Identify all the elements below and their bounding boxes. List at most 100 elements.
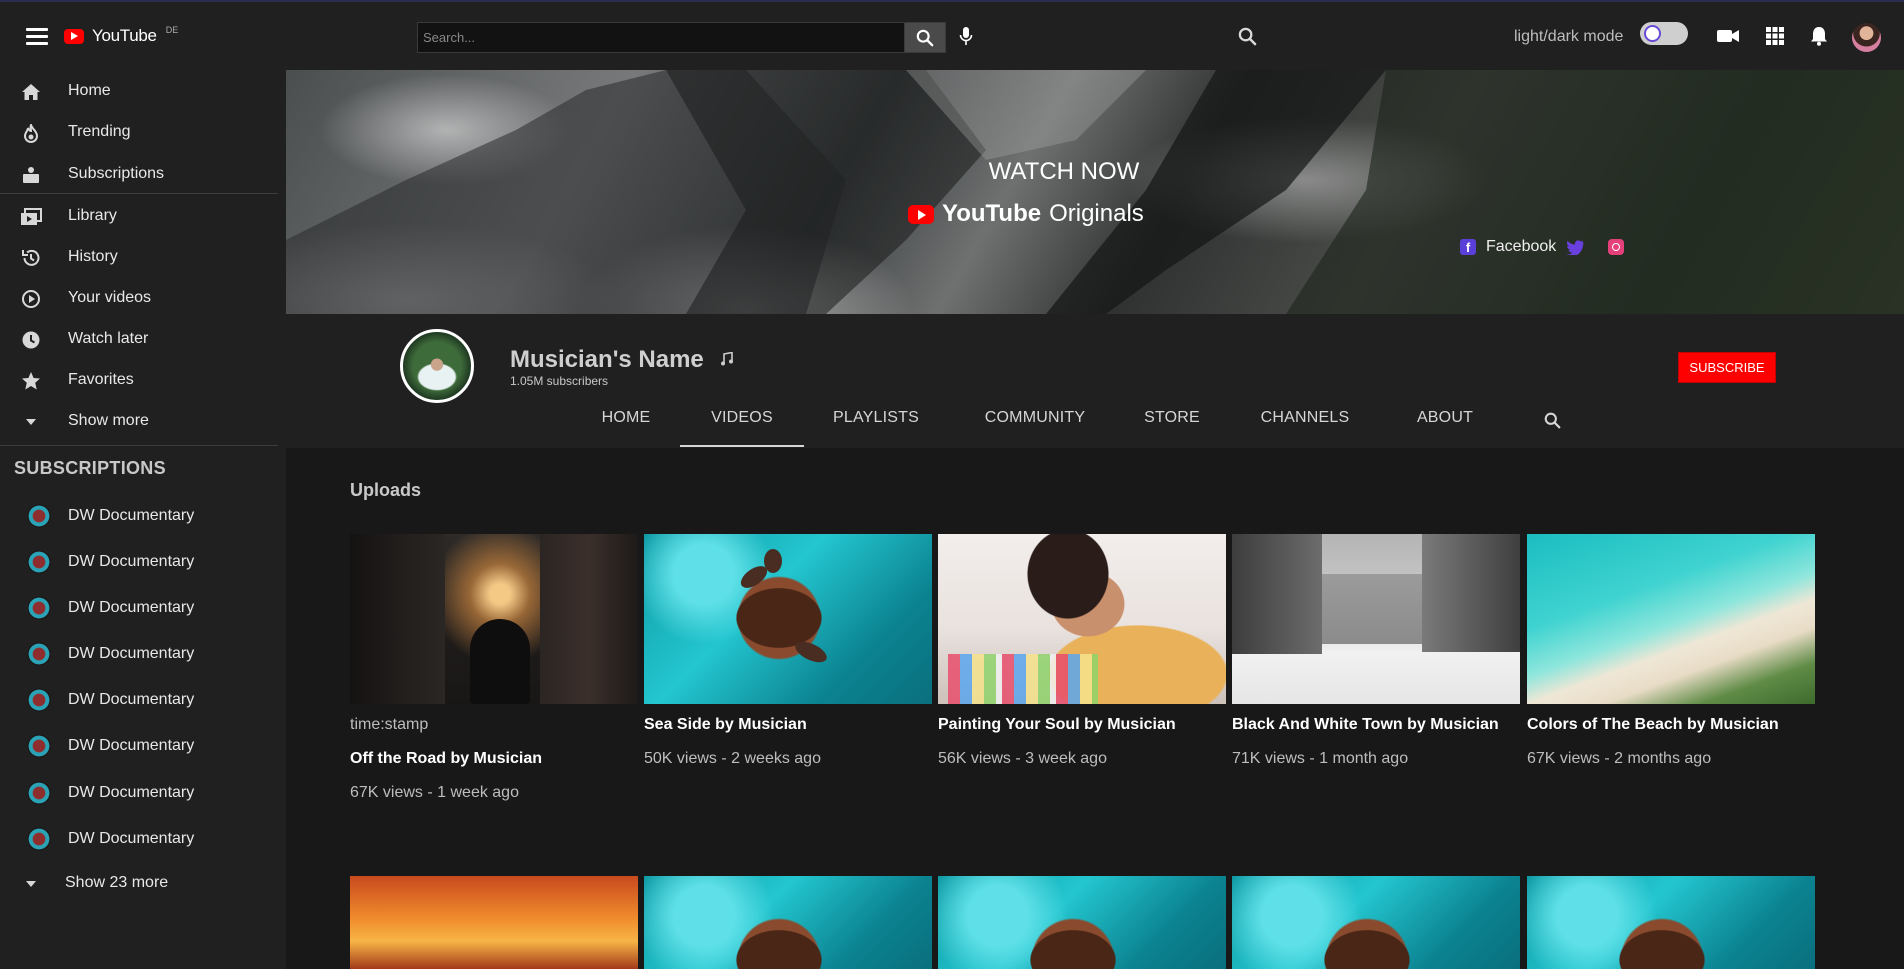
video-meta: 50K views - 2 weeks ago [644,750,821,767]
video-meta: 67K views - 2 months ago [1527,750,1712,767]
video-thumbnail[interactable] [1232,534,1520,704]
video-thumbnail[interactable] [1527,876,1815,969]
video-title[interactable]: Off the Road by Musician [350,750,542,768]
subscriptions-heading: SUBSCRIPTIONS [14,458,166,478]
hamburger-menu-icon[interactable] [26,28,48,46]
subscription-item[interactable]: DW Documentary [0,496,278,536]
subscription-item[interactable]: DW Documentary [0,773,278,813]
sidebar-item-trending[interactable]: Trending [0,112,278,152]
channel-avatar [27,504,51,528]
channel-banner: WATCH NOW YouTube Originals f Facebook [286,70,1904,314]
video-title[interactable]: Painting Your Soul by Musician [938,716,1176,734]
subscription-item[interactable]: DW Documentary [0,542,278,582]
history-icon [20,247,42,269]
fire-icon [20,122,42,144]
apps-grid-icon[interactable] [1765,26,1785,51]
video-meta: 56K views - 3 week ago [938,750,1107,767]
subscription-label: DW Documentary [68,599,195,616]
search-input[interactable] [417,22,905,53]
sidebar-label: Subscriptions [68,165,165,182]
video-thumbnail[interactable] [938,534,1226,704]
sidebar-item-your-videos[interactable]: Your videos [0,278,278,318]
channel-avatar [27,688,51,712]
channel-avatar [27,596,51,620]
brand-rest: Originals [1049,200,1144,227]
channel-avatar [27,781,51,805]
channel-avatar[interactable] [400,329,474,403]
sidebar-item-subscriptions[interactable]: Subscriptions [0,154,278,194]
social-links: f Facebook [1460,238,1625,256]
tab-community[interactable]: COMMUNITY [980,409,1090,447]
top-bar: YouTube DE light/dark mode [0,0,1904,70]
brand-bold: YouTube [942,200,1042,227]
sidebar-item-history[interactable]: History [0,237,278,277]
subscription-item[interactable]: DW Documentary [0,634,278,674]
facebook-link[interactable]: Facebook [1486,238,1556,256]
video-thumbnail[interactable] [938,876,1226,969]
channel-name: Musician's Name [510,346,704,373]
facebook-icon[interactable]: f [1460,239,1476,255]
video-title[interactable]: Black And White Town by Musician [1232,716,1499,734]
sidebar-show-more[interactable]: Show more [0,401,278,441]
twitter-icon[interactable] [1566,239,1584,255]
video-thumbnail[interactable] [350,876,638,969]
channel-avatar [27,642,51,666]
tab-store[interactable]: STORE [1142,409,1202,447]
video-title[interactable]: Sea Side by Musician [644,716,807,734]
sidebar-divider [0,193,278,194]
search-icon[interactable] [1238,27,1257,51]
subscription-label: DW Documentary [68,507,195,524]
subscription-label: DW Documentary [68,737,195,754]
tab-videos[interactable]: VIDEOS [680,409,804,447]
notification-bell-icon[interactable] [1810,26,1828,51]
sidebar-show-more-subscriptions[interactable]: Show 23 more [0,863,278,903]
video-timestamp: time:stamp [350,716,429,733]
video-thumbnail[interactable] [350,534,638,704]
sidebar-divider [0,445,278,446]
music-note-icon [720,351,734,371]
video-thumbnail[interactable] [1232,876,1520,969]
toggle-knob [1644,25,1661,42]
youtube-play-icon [908,204,934,224]
sidebar: Home Trending Subscriptions Library Hist… [0,70,286,969]
channel-avatar [27,734,51,758]
subscription-item[interactable]: DW Documentary [0,726,278,766]
video-meta: 67K views - 1 week ago [350,784,519,801]
video-thumbnail[interactable] [644,534,932,704]
subscription-label: DW Documentary [68,691,195,708]
sidebar-item-library[interactable]: Library [0,196,278,236]
sidebar-item-favorites[interactable]: Favorites [0,360,278,400]
chevron-down-icon [20,873,42,895]
youtube-logo[interactable]: YouTube DE [64,25,179,46]
search-button[interactable] [904,22,946,53]
search-icon [916,29,934,46]
instagram-icon[interactable] [1608,239,1625,255]
video-title[interactable]: Colors of The Beach by Musician [1527,716,1779,734]
logo-region: DE [165,25,179,35]
uploads-heading: Uploads [350,480,422,500]
video-thumbnail[interactable] [644,876,932,969]
subscription-item[interactable]: DW Documentary [0,588,278,628]
video-thumbnail[interactable] [1527,534,1815,704]
channel-header: Musician's Name 1.05M subscribers SUBSCR… [286,314,1904,448]
tab-playlists[interactable]: PLAYLISTS [828,409,924,447]
sidebar-label: Favorites [68,371,134,388]
sidebar-label: Home [68,82,111,99]
tab-about[interactable]: ABOUT [1410,409,1480,447]
user-avatar[interactable] [1852,23,1881,52]
subscription-item[interactable]: DW Documentary [0,819,278,859]
channel-search-icon[interactable] [1544,412,1561,434]
youtube-originals-brand: YouTube Originals [908,200,1144,228]
subscribe-button[interactable]: SUBSCRIBE [1678,352,1776,383]
clock-icon [20,329,42,351]
theme-toggle[interactable] [1640,22,1688,45]
subscription-item[interactable]: DW Documentary [0,680,278,720]
tab-channels[interactable]: CHANNELS [1256,409,1354,447]
watch-now-text: WATCH NOW [988,158,1140,185]
sidebar-item-watch-later[interactable]: Watch later [0,319,278,359]
star-icon [20,370,42,392]
sidebar-item-home[interactable]: Home [0,71,278,111]
tab-home[interactable]: HOME [590,409,662,447]
microphone-icon[interactable] [959,26,977,48]
video-camera-icon[interactable] [1716,26,1740,51]
